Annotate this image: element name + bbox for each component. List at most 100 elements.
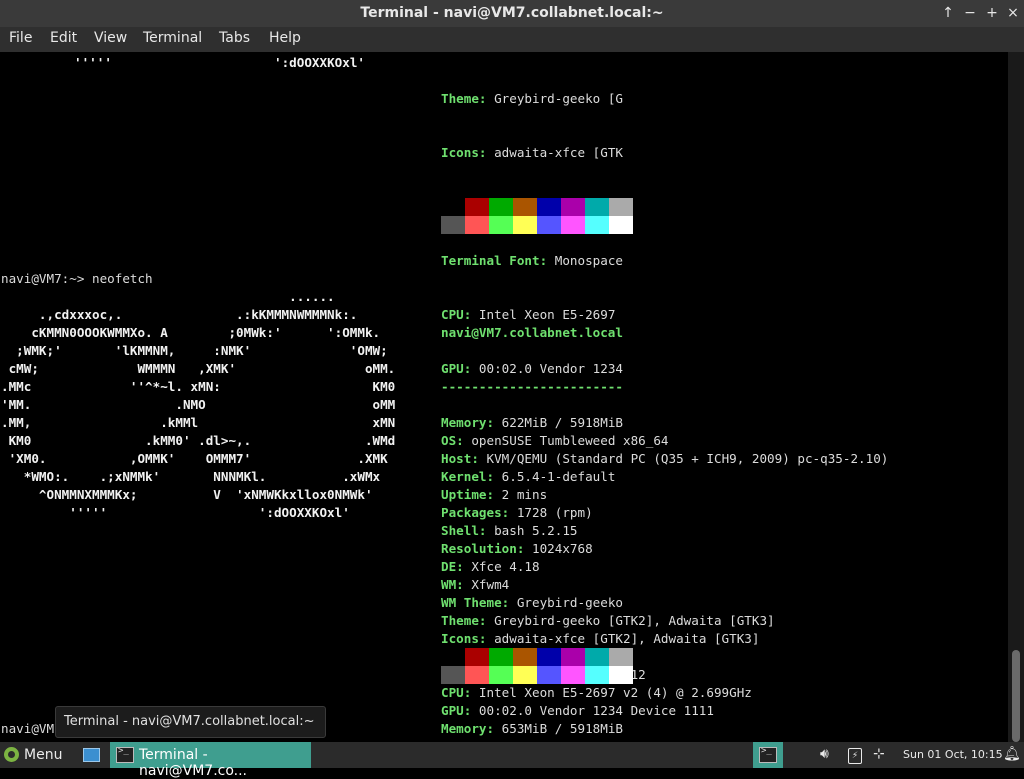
color-swatch (609, 216, 633, 234)
ascii-logo-line: ...... (1, 289, 335, 304)
show-desktop-button[interactable] (82, 742, 100, 768)
opensuse-logo-icon (4, 747, 19, 762)
color-swatch (465, 198, 489, 216)
tooltip-text: Terminal - navi@VM7.collabnet.local:~ (64, 714, 315, 729)
color-swatch (609, 648, 633, 666)
color-swatch (513, 648, 537, 666)
color-swatch (609, 198, 633, 216)
network-icon[interactable]: ⊹ (873, 746, 885, 762)
terminal-scrollbar[interactable] (1008, 52, 1024, 742)
info-line: Shell: bash 5.2.15 (441, 523, 578, 538)
menu-edit[interactable]: Edit (50, 30, 77, 46)
volume-icon[interactable]: 🔊︎ (820, 746, 829, 762)
maximize-button[interactable]: + (983, 4, 1001, 22)
menu-terminal[interactable]: Terminal (143, 30, 202, 46)
color-swatch (537, 666, 561, 684)
ascii-fragment: ''''' (74, 55, 112, 70)
menu-tabs[interactable]: Tabs (219, 30, 250, 46)
minimize-button[interactable]: − (961, 4, 979, 22)
ascii-logo-line: 'XM0. ,OMMK' OMMM7' .XMK (1, 451, 388, 466)
color-swatch (441, 198, 465, 216)
color-swatch (609, 666, 633, 684)
ascii-logo-line: ''''' ':dOOXXKOxl' (1, 505, 350, 520)
ascii-logo-line: KM0 .kMM0' .dl>~,. .WMd (1, 433, 396, 448)
color-palette (441, 648, 633, 684)
color-swatch (513, 666, 537, 684)
ascii-logo-line: .MMc ''^*~l. xMN: KM0 (1, 379, 396, 394)
menu-view[interactable]: View (94, 30, 127, 46)
info-line: WM Theme: Greybird-geeko (441, 595, 623, 610)
taskbar-tooltip: Terminal - navi@VM7.collabnet.local:~ (55, 706, 326, 738)
info-line: Resolution: 1024x768 (441, 541, 593, 556)
taskbar-terminal-window[interactable]: Terminal - navi@VM7.co... (110, 742, 311, 779)
color-swatch (537, 216, 561, 234)
ascii-logo-line: ^ONMMNXMMMKx; V 'xNMWKkxllox0NMWk' (1, 487, 373, 502)
info-line: Icons: adwaita-xfce [GTK (441, 145, 623, 160)
ascii-logo-line: cMW; WMMMN ,XMK' oMM. (1, 361, 396, 376)
ascii-logo-line: .,cdxxxoc,. .:kKMMMNWMMMNk:. (1, 307, 358, 322)
color-swatch (465, 216, 489, 234)
info-line: Terminal Font: Monospace (441, 253, 623, 268)
info-line: CPU: Intel Xeon E5-2697 v2 (4) @ 2.699GH… (441, 685, 752, 700)
color-swatch (561, 216, 585, 234)
taskbar: Menu Terminal - navi@VM7.co... 🔊︎ ⚡︎ ⊹ S… (0, 742, 1024, 779)
task-label: Terminal - navi@VM7.co... (139, 747, 248, 779)
info-line: Host: KVM/QEMU (Standard PC (Q35 + ICH9,… (441, 451, 889, 466)
scrollbar-thumb[interactable] (1012, 650, 1020, 742)
desktop-icon (83, 748, 100, 762)
terminal-icon (116, 746, 134, 763)
info-line: DE: Xfce 4.18 (441, 559, 540, 574)
info-line: Memory: 653MiB / 5918MiB (441, 721, 623, 736)
info-line: Theme: Greybird-geeko [GTK2], Adwaita [G… (441, 613, 775, 628)
terminal-icon (759, 746, 777, 763)
user-host: navi@VM7.collabnet.local (441, 325, 623, 340)
shade-up-icon[interactable]: ↑ (939, 4, 957, 22)
clock[interactable]: Sun 01 Oct, 10:15 (903, 748, 1003, 761)
color-swatch (537, 648, 561, 666)
color-swatch (465, 666, 489, 684)
info-line: WM: Xfwm4 (441, 577, 510, 592)
color-swatch (561, 648, 585, 666)
ascii-logo-line: ;WMK;' 'lKMMNM, :NMK' 'OMW; (1, 343, 388, 358)
info-line: Theme: Greybird-geeko [G (441, 91, 623, 106)
color-swatch (489, 198, 513, 216)
opensuse-ascii-logo: ...... .,cdxxxoc,. .:kKMMMNWMMMNk:. cKMM… (1, 288, 395, 522)
prompt-line: navi@VM7:~> neofetch (1, 271, 153, 286)
close-button[interactable]: × (1004, 4, 1022, 22)
info-line: GPU: 00:02.0 Vendor 1234 Device 1111 (441, 703, 714, 718)
ascii-logo-line: *WMO:. .;xNMMk' NNNMKl. .xWMx (1, 469, 381, 484)
menubar: File Edit View Terminal Tabs Help (0, 27, 1024, 52)
info-line: Packages: 1728 (rpm) (441, 505, 593, 520)
separator-line: ------------------------ (441, 379, 623, 394)
ascii-logo-line: 'MM. .NMO oMM (1, 397, 396, 412)
info-line: Kernel: 6.5.4-1-default (441, 469, 616, 484)
launcher-terminal[interactable] (753, 742, 783, 768)
color-swatch (537, 198, 561, 216)
color-swatch (585, 198, 609, 216)
menu-file[interactable]: File (9, 30, 32, 46)
ascii-logo-line: cKMMN0OOOKWMMXo. A ;0MWk:' ':OMMk. (1, 325, 381, 340)
color-palette (441, 198, 633, 234)
color-swatch (585, 216, 609, 234)
menu-label: Menu (24, 747, 63, 763)
menu-help[interactable]: Help (269, 30, 301, 46)
window-titlebar[interactable]: Terminal - navi@VM7.collabnet.local:~ ↑ … (0, 0, 1024, 27)
info-line: Icons: adwaita-xfce [GTK2], Adwaita [GTK… (441, 631, 760, 646)
color-swatch (561, 666, 585, 684)
ascii-logo-line: .MM, .kMMl xMN (1, 415, 396, 430)
power-icon[interactable]: ⚡︎ (848, 748, 862, 764)
color-swatch (489, 216, 513, 234)
window-title: Terminal - navi@VM7.collabnet.local:~ (360, 5, 664, 21)
color-swatch (513, 198, 537, 216)
color-swatch (489, 648, 513, 666)
info-line: OS: openSUSE Tumbleweed x86_64 (441, 433, 669, 448)
color-swatch (585, 648, 609, 666)
ascii-fragment: ':dOOXXKOxl' (274, 55, 365, 70)
terminal-output[interactable]: ''''' ':dOOXXKOxl' Theme: Greybird-geeko… (0, 52, 1008, 742)
start-menu-button[interactable]: Menu (0, 742, 72, 768)
color-swatch (465, 648, 489, 666)
color-swatch (441, 648, 465, 666)
color-swatch (441, 666, 465, 684)
color-swatch (561, 198, 585, 216)
notification-bell-icon[interactable]: 🔔︎ (1003, 746, 1021, 762)
